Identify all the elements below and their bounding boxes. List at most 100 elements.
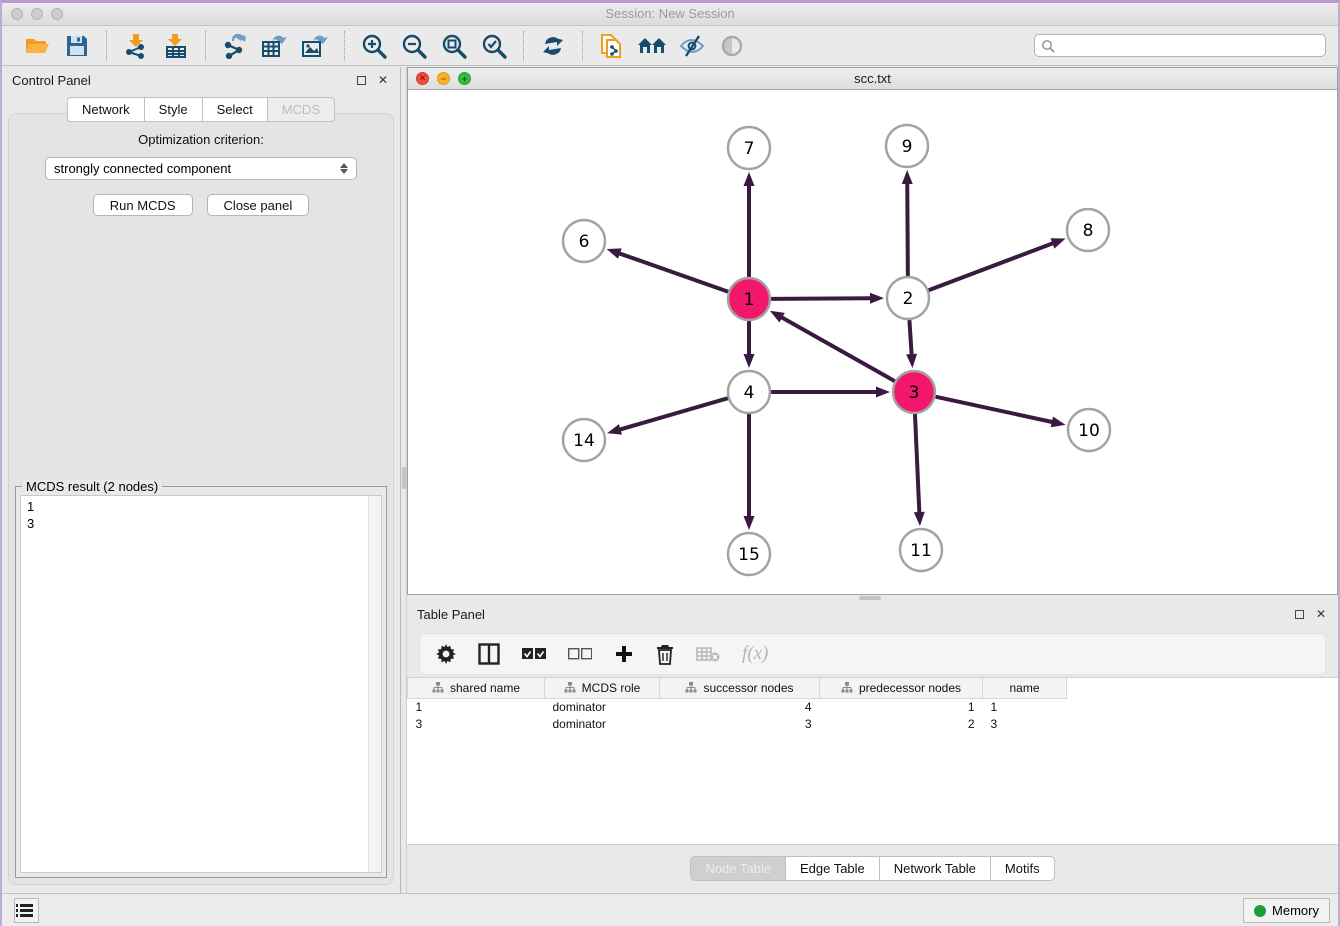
first-neighbors-icon[interactable] [635,31,669,61]
table-cell[interactable]: dominator [545,698,660,715]
optimization-criterion-label: Optimization criterion: [9,132,393,147]
open-session-icon[interactable] [20,31,54,61]
table-tab-edge-table[interactable]: Edge Table [785,856,879,881]
panel-splitter-vertical[interactable] [400,67,407,893]
zoom-out-icon[interactable] [397,31,431,61]
hide-selected-icon[interactable] [675,31,709,61]
network-maximize-icon[interactable]: + [458,72,471,85]
refresh-icon[interactable] [536,31,570,61]
graph-edge-2-8[interactable] [929,238,1066,290]
clear-checks-icon[interactable] [568,648,592,661]
graph-node-8[interactable]: 8 [1067,209,1109,251]
graph-node-9[interactable]: 9 [886,125,928,167]
table-row[interactable]: 3dominator323 [408,715,1067,732]
graph-node-6[interactable]: 6 [563,220,605,262]
graph-edge-1-7[interactable] [744,172,755,277]
select-all-checks-icon[interactable] [522,648,546,661]
table-cell[interactable]: 1 [820,698,983,715]
control-panel-close-icon[interactable]: ✕ [376,73,390,87]
graph-edge-2-9[interactable] [902,170,913,276]
control-panel-tabs: NetworkStyleSelectMCDS [2,97,400,122]
delete-column-icon[interactable] [656,644,674,665]
shared-column-icon [432,682,444,693]
network-canvas[interactable]: 7 9 6 8 1 2 4 3 14 10 15 11 [408,90,1337,594]
column-label: successor nodes [703,681,793,695]
table-cell[interactable]: 4 [660,698,820,715]
add-column-icon[interactable] [614,644,634,664]
graph-node-7[interactable]: 7 [728,127,770,169]
column-header-MCDS-role[interactable]: MCDS role [545,678,660,698]
task-history-button[interactable] [14,898,39,923]
control-tab-style[interactable]: Style [144,97,202,122]
table-tab-motifs[interactable]: Motifs [990,856,1055,881]
table-panel-float-icon[interactable] [1292,607,1306,621]
column-header-name[interactable]: name [983,678,1067,698]
network-close-icon[interactable]: ✕ [416,72,429,85]
graph-node-2[interactable]: 2 [887,277,929,319]
window-zoom-button[interactable] [51,8,63,20]
graph-node-10[interactable]: 10 [1068,409,1110,451]
graph-edge-4-14[interactable] [607,398,728,435]
graph-node-14[interactable]: 14 [563,419,605,461]
table-row[interactable]: 1dominator411 [408,698,1067,715]
graph-node-1[interactable]: 1 [728,278,770,320]
run-mcds-button[interactable]: Run MCDS [93,194,193,216]
search-input[interactable] [1055,39,1319,53]
criterion-select[interactable]: strongly connected component [45,157,357,180]
table-cell[interactable]: dominator [545,715,660,732]
graph-node-11[interactable]: 11 [900,529,942,571]
graph-node-4[interactable]: 4 [728,371,770,413]
window-minimize-button[interactable] [31,8,43,20]
mcds-result-list[interactable]: 13 [20,495,382,873]
zoom-in-icon[interactable] [357,31,391,61]
settings-gear-icon[interactable] [436,644,456,664]
table-panel-close-icon[interactable]: ✕ [1314,607,1328,621]
network-minimize-icon[interactable]: − [437,72,450,85]
show-hidden-icon[interactable] [715,31,749,61]
table-cell[interactable]: 1 [408,698,545,715]
export-image-icon[interactable] [298,31,332,61]
clone-network-icon[interactable] [595,31,629,61]
graph-edge-3-11[interactable] [914,414,925,526]
window-close-button[interactable] [11,8,23,20]
graph-edge-1-6[interactable] [607,248,729,291]
toggle-columns-icon[interactable] [478,643,500,665]
graph-edge-1-4[interactable] [744,321,755,368]
graph-edge-1-2[interactable] [771,293,884,304]
control-tab-network[interactable]: Network [67,97,144,122]
table-cell[interactable]: 3 [408,715,545,732]
delete-table-icon[interactable] [696,646,720,662]
graph-edge-2-3[interactable] [906,320,917,368]
result-scrollbar[interactable] [368,496,381,872]
column-header-shared-name[interactable]: shared name [408,678,545,698]
export-network-icon[interactable] [218,31,252,61]
memory-button[interactable]: Memory [1243,898,1330,923]
graph-node-3[interactable]: 3 [893,371,935,413]
network-window-titlebar[interactable]: ✕ − + scc.txt [408,68,1337,90]
import-network-icon[interactable] [119,31,153,61]
import-table-icon[interactable] [159,31,193,61]
table-tab-node-table[interactable]: Node Table [690,856,785,881]
column-header-predecessor-nodes[interactable]: predecessor nodes [820,678,983,698]
close-panel-button[interactable]: Close panel [207,194,310,216]
graph-edge-3-10[interactable] [935,397,1065,428]
graph-edge-3-1[interactable] [770,311,895,381]
table-cell[interactable]: 3 [983,715,1067,732]
zoom-selected-icon[interactable] [477,31,511,61]
column-header-successor-nodes[interactable]: successor nodes [660,678,820,698]
table-cell[interactable]: 1 [983,698,1067,715]
table-cell[interactable]: 3 [660,715,820,732]
table-tab-network-table[interactable]: Network Table [879,856,990,881]
control-panel-float-icon[interactable] [354,73,368,87]
save-session-icon[interactable] [60,31,94,61]
graph-node-15[interactable]: 15 [728,533,770,575]
control-tab-select[interactable]: Select [202,97,267,122]
table-cell[interactable]: 2 [820,715,983,732]
control-tab-mcds[interactable]: MCDS [267,97,335,122]
search-box[interactable] [1034,34,1326,57]
export-table-icon[interactable] [258,31,292,61]
zoom-fit-icon[interactable] [437,31,471,61]
graph-edge-4-15[interactable] [744,414,755,530]
function-builder-icon[interactable]: f(x) [742,643,768,665]
graph-edge-4-3[interactable] [771,387,890,398]
